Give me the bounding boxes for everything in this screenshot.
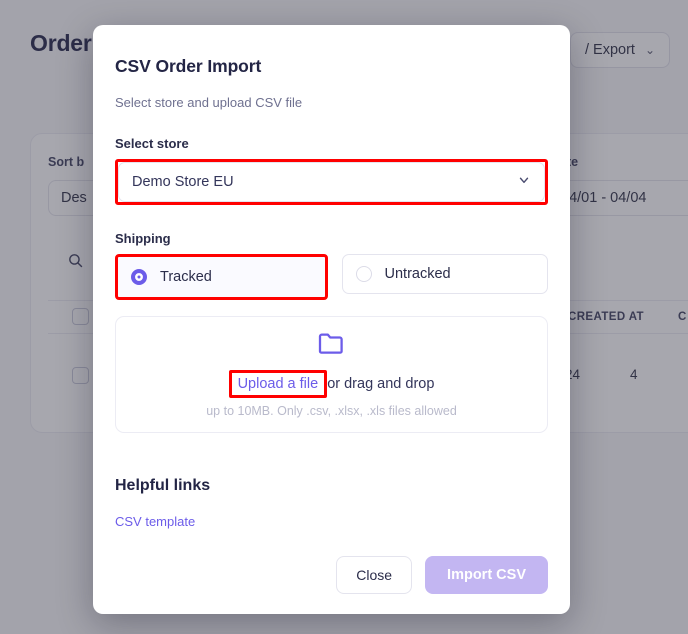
radio-label-untracked: Untracked <box>384 266 451 282</box>
select-store-dropdown[interactable]: Demo Store EU <box>118 162 545 202</box>
modal-footer: Close Import CSV <box>115 556 548 614</box>
radio-selected-icon <box>131 269 147 285</box>
import-csv-button[interactable]: Import CSV <box>425 556 548 594</box>
csv-order-import-modal: CSV Order Import Select store and upload… <box>93 25 570 614</box>
shipping-label: Shipping <box>115 231 171 246</box>
upload-a-file-link[interactable]: Upload a file <box>228 370 328 398</box>
shipping-tracked-highlight: Tracked <box>115 254 328 300</box>
helpful-links-group: Helpful links CSV template <box>115 477 548 529</box>
select-store-value: Demo Store EU <box>132 174 234 190</box>
shipping-group: Shipping Tracked Untracked <box>115 231 548 300</box>
select-store-highlight: Demo Store EU <box>115 159 548 205</box>
select-store-group: Select store Demo Store EU <box>115 136 548 205</box>
radio-option-tracked[interactable]: Tracked <box>118 257 325 297</box>
close-button[interactable]: Close <box>336 556 413 594</box>
radio-unselected-icon <box>355 266 372 282</box>
helpful-links-title: Helpful links <box>115 477 211 494</box>
chevron-down-icon <box>517 173 531 191</box>
dropzone-primary-text: Upload a file or drag and drop <box>228 370 435 398</box>
radio-label-tracked: Tracked <box>160 269 212 285</box>
drag-and-drop-text: or drag and drop <box>327 376 435 392</box>
select-store-label: Select store <box>115 136 189 151</box>
shipping-radio-group: Tracked Untracked <box>115 254 548 300</box>
modal-subtitle: Select store and upload CSV file <box>115 95 303 110</box>
folder-icon <box>317 331 347 360</box>
radio-option-untracked[interactable]: Untracked <box>341 254 548 294</box>
csv-template-link[interactable]: CSV template <box>115 514 548 529</box>
shipping-untracked-wrap: Untracked <box>341 254 548 300</box>
dropzone-hint: up to 10MB. Only .csv, .xlsx, .xls files… <box>206 404 457 418</box>
modal-title: CSV Order Import <box>115 56 262 76</box>
file-dropzone[interactable]: Upload a file or drag and drop up to 10M… <box>115 316 548 433</box>
